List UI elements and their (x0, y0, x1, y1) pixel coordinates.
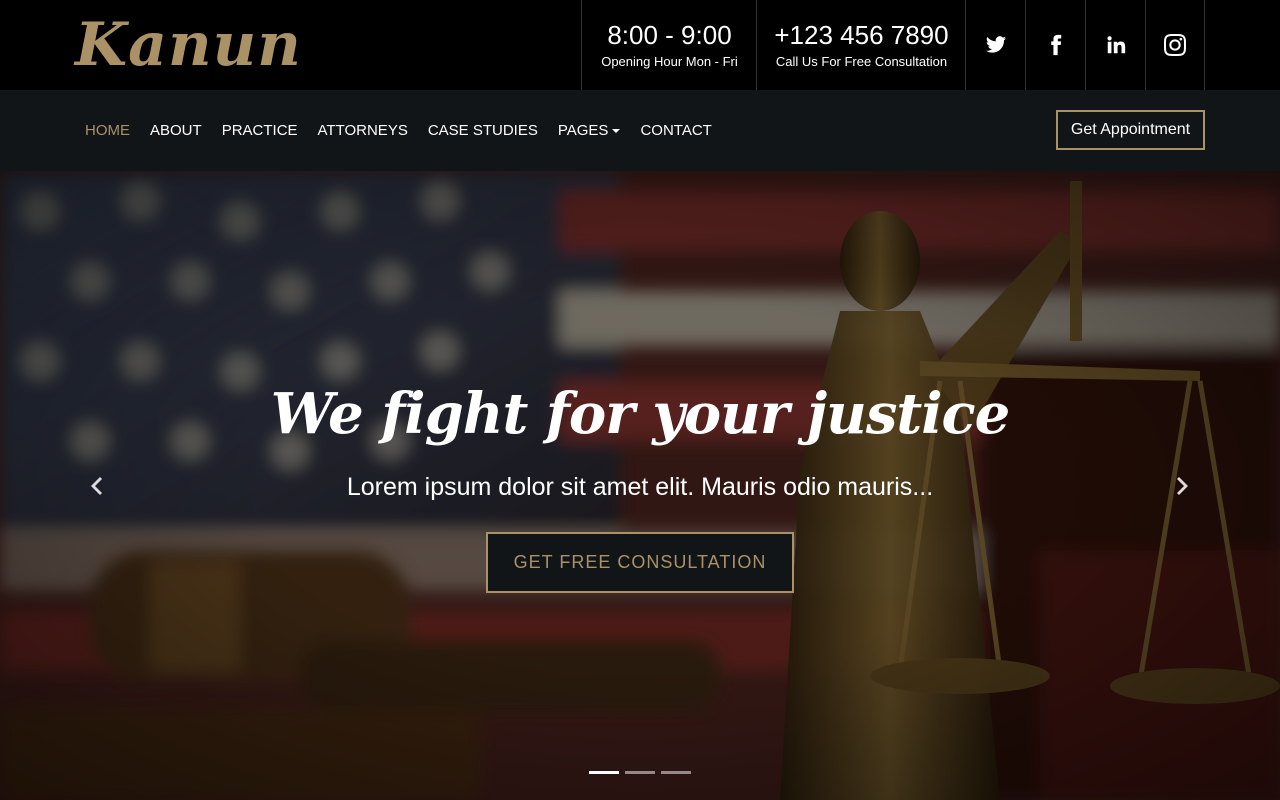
phone-info: +123 456 7890 Call Us For Free Consultat… (756, 0, 966, 90)
opening-hours: 8:00 - 9:00 Opening Hour Mon - Fri (581, 0, 757, 90)
brand-logo[interactable]: Kanun (75, 10, 302, 80)
instagram-icon (1164, 34, 1186, 56)
nav-item-contact[interactable]: CONTACT (640, 122, 711, 139)
facebook-icon (1050, 34, 1061, 56)
instagram-link[interactable] (1145, 0, 1205, 90)
carousel-prev-button[interactable] (81, 471, 111, 501)
get-free-consultation-button[interactable]: GET FREE CONSULTATION (486, 532, 794, 593)
chevron-down-icon (612, 128, 621, 133)
twitter-icon (985, 36, 1006, 53)
carousel-indicator-2[interactable] (625, 771, 655, 774)
nav-item-home[interactable]: HOME (85, 122, 130, 139)
carousel-indicators (589, 771, 697, 774)
chevron-left-icon (91, 477, 102, 495)
phone-label: Call Us For Free Consultation (775, 54, 948, 69)
hero-subtitle: Lorem ipsum dolor sit amet elit. Mauris … (346, 473, 934, 501)
main-navbar: HOME ABOUT PRACTICE ATTORNEYS CASE STUDI… (0, 90, 1280, 171)
get-appointment-button[interactable]: Get Appointment (1056, 110, 1205, 150)
nav-menu: HOME ABOUT PRACTICE ATTORNEYS CASE STUDI… (85, 90, 732, 171)
nav-item-case-studies[interactable]: CASE STUDIES (428, 122, 538, 139)
linkedin-icon (1106, 36, 1125, 54)
nav-item-practice[interactable]: PRACTICE (222, 122, 298, 139)
top-bar: Kanun 8:00 - 9:00 Opening Hour Mon - Fri… (0, 0, 1280, 90)
hero-title: We fight for your justice (270, 381, 1010, 447)
carousel-indicator-1[interactable] (589, 771, 619, 774)
opening-hours-value: 8:00 - 9:00 (607, 20, 732, 50)
linkedin-link[interactable] (1085, 0, 1145, 90)
chevron-right-icon (1177, 477, 1188, 495)
nav-item-about[interactable]: ABOUT (150, 122, 202, 139)
carousel-next-button[interactable] (1168, 471, 1198, 501)
phone-number[interactable]: +123 456 7890 (757, 20, 966, 50)
twitter-link[interactable] (965, 0, 1025, 90)
nav-item-pages-dropdown[interactable]: PAGES (558, 122, 621, 139)
opening-hours-label: Opening Hour Mon - Fri (601, 54, 738, 69)
nav-item-attorneys[interactable]: ATTORNEYS (318, 122, 408, 139)
hero-carousel: We fight for your justice Lorem ipsum do… (0, 171, 1280, 800)
carousel-indicator-3[interactable] (661, 771, 691, 774)
facebook-link[interactable] (1025, 0, 1085, 90)
nav-item-pages-label: PAGES (557, 122, 609, 139)
